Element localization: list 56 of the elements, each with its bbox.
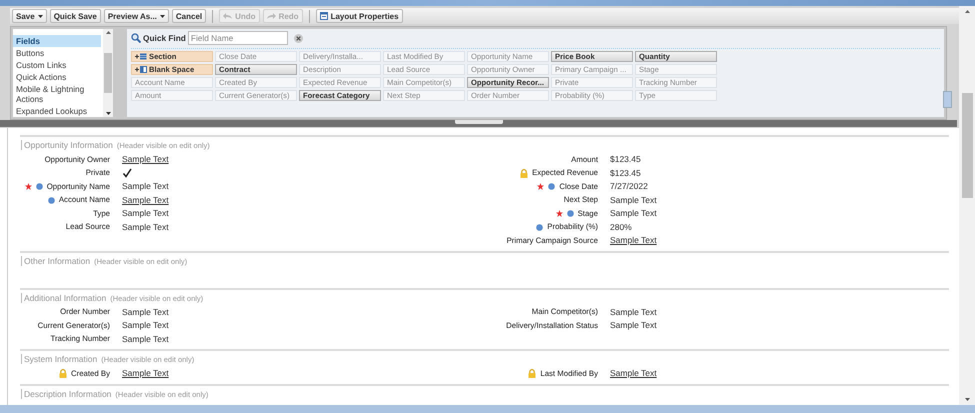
category-item[interactable]: Expanded Lookups <box>13 105 101 117</box>
field-value: Sample Text <box>122 181 169 192</box>
field-value: Sample Text <box>610 208 657 219</box>
field-link[interactable]: Sample Text <box>122 194 169 206</box>
redo-icon <box>266 13 276 19</box>
field-value: Sample Text <box>122 334 169 344</box>
clear-icon[interactable] <box>294 34 303 42</box>
resize-handle[interactable] <box>454 120 502 124</box>
field-value: 280% <box>610 222 632 232</box>
category-item[interactable]: Custom Links <box>13 59 101 71</box>
section-title: Description Information <box>24 388 112 398</box>
field-value: 7/27/2022 <box>610 181 648 192</box>
field-link[interactable]: Sample Text <box>122 368 169 379</box>
dropdown-button[interactable]: Preview As... <box>104 9 169 23</box>
blank-space-icon <box>135 66 147 73</box>
scroll-thumb[interactable] <box>104 53 112 93</box>
scroll-down-icon[interactable] <box>106 112 110 115</box>
section-title: Additional Information <box>24 292 106 302</box>
field-value: Sample Text <box>610 320 657 331</box>
field-value: $123.45 <box>610 168 641 178</box>
undo-icon <box>223 13 232 19</box>
collapse-handle[interactable] <box>943 91 952 108</box>
field-link[interactable]: Sample Text <box>122 154 169 165</box>
scrollbar[interactable] <box>959 6 975 405</box>
section-title: Other Information <box>24 256 90 266</box>
field-value: Sample Text <box>122 306 169 318</box>
dropdown-button[interactable]: Save <box>12 9 47 23</box>
category-item[interactable]: Fields <box>13 35 101 47</box>
section-icon <box>135 53 147 60</box>
toolbar-button[interactable]: Quick Save <box>50 9 101 23</box>
layout-properties-button[interactable]: Layout Properties <box>316 9 403 23</box>
section-title: Opportunity Information <box>24 140 113 150</box>
quick-find-label: Quick Find <box>143 33 186 43</box>
scroll-up-icon[interactable] <box>964 10 970 13</box>
field-value: Sample Text <box>122 320 169 331</box>
caret-icon <box>160 14 165 18</box>
scroll-down-icon[interactable] <box>964 398 970 401</box>
field-value: $123.45 <box>610 154 641 165</box>
quick-find-field[interactable]: Field Name <box>188 31 288 45</box>
field-value: Sample Text <box>122 222 169 232</box>
field-link[interactable]: Sample Text <box>610 235 657 246</box>
scroll-up-icon[interactable] <box>106 31 110 34</box>
scrollbar[interactable] <box>103 29 113 117</box>
field-link[interactable]: Sample Text <box>610 368 657 379</box>
properties-icon <box>320 12 328 20</box>
field-value: Sample Text <box>610 194 657 206</box>
toolbar-button[interactable]: Cancel <box>172 9 206 23</box>
caret-icon <box>38 14 43 18</box>
section-title: System Information <box>24 354 98 364</box>
category-item[interactable]: Mobile & Lightning Actions <box>13 83 101 105</box>
category-item[interactable]: Quick Actions <box>13 71 101 83</box>
category-item[interactable]: Buttons <box>13 47 101 59</box>
field-value: Sample Text <box>610 306 657 318</box>
search-icon <box>131 33 141 43</box>
field-value: Sample Text <box>122 208 169 219</box>
scroll-thumb[interactable] <box>962 93 972 198</box>
